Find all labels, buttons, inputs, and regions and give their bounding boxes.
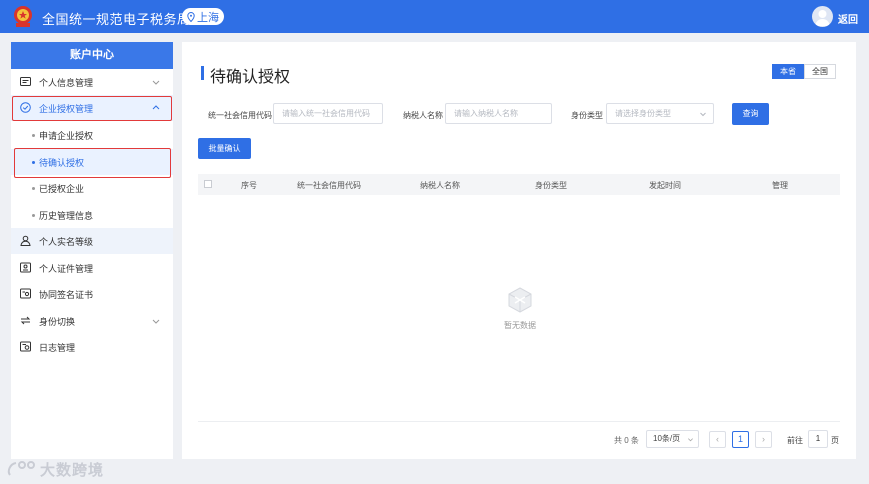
sidebar-item-label: 日志管理 [39, 342, 76, 353]
column-header: 管理 [772, 181, 788, 190]
chevron-down-icon [152, 80, 160, 85]
sidebar-item-label: 个人证件管理 [39, 263, 94, 274]
bullet-icon [32, 214, 35, 217]
chevron-up-icon [152, 105, 160, 110]
sidebar-item-id-docs[interactable]: 个人证件管理 [11, 255, 173, 281]
sidebar-subitem-history[interactable]: 历史管理信息 [11, 202, 173, 228]
watermark-text: 大数跨境 [40, 461, 105, 479]
uscc-label: 统一社会信用代码 [208, 111, 272, 120]
page-number-button[interactable]: 1 [732, 431, 749, 448]
goto-page-input[interactable]: 1 [808, 430, 828, 448]
sidebar-title: 账户中心 [11, 42, 173, 69]
log-icon [20, 341, 31, 352]
region-selector[interactable]: 上海 [182, 8, 224, 25]
id-card-icon [20, 77, 31, 86]
certificate-icon [20, 288, 31, 299]
bullet-icon [32, 187, 35, 190]
taxpayer-label: 纳税人名称 [403, 111, 443, 120]
sidebar-item-label: 已授权企业 [39, 183, 85, 194]
column-header: 统一社会信用代码 [297, 181, 361, 190]
sidebar-item-cosign-cert[interactable]: 协同签名证书 [11, 281, 173, 307]
scope-tab-province[interactable]: 本省 [772, 64, 804, 79]
bullet-icon [32, 134, 35, 137]
sidebar-item-log-mgmt[interactable]: 日志管理 [11, 334, 173, 360]
user-avatar[interactable] [812, 6, 833, 27]
empty-box-icon [508, 287, 532, 313]
scope-tab-national[interactable]: 全国 [804, 64, 836, 79]
bullet-icon [32, 161, 35, 164]
query-button[interactable]: 查询 [732, 103, 769, 125]
identity-select[interactable]: 请选择身份类型 [606, 103, 714, 124]
sidebar-item-label: 身份切换 [39, 316, 76, 327]
pagination-total: 共 0 条 [614, 436, 639, 445]
sidebar-item-label: 历史管理信息 [39, 210, 94, 221]
batch-confirm-button[interactable]: 批量确认 [198, 138, 251, 159]
sidebar-item-enterprise-auth[interactable]: 企业授权管理 [11, 95, 173, 121]
chevron-down-icon [700, 112, 706, 117]
watermark: 大数跨境 [6, 458, 104, 480]
empty-state-text: 暂无数据 [504, 321, 536, 330]
taxpayer-input[interactable]: 请输入纳税人名称 [445, 103, 552, 124]
uscc-input[interactable]: 请输入统一社会信用代码 [273, 103, 383, 124]
sidebar-subitem-apply-auth[interactable]: 申请企业授权 [11, 122, 173, 148]
sidebar-item-label: 个人信息管理 [39, 77, 94, 88]
column-header: 纳税人名称 [420, 181, 460, 190]
region-label: 上海 [197, 11, 219, 24]
sidebar-item-label: 申请企业授权 [39, 130, 94, 141]
document-user-icon [20, 262, 31, 273]
chevron-down-icon [152, 319, 160, 324]
back-link[interactable]: 返回 [838, 11, 858, 26]
location-pin-icon [187, 11, 195, 22]
column-header: 身份类型 [535, 181, 567, 190]
divider [198, 421, 840, 422]
column-header: 序号 [241, 181, 257, 190]
chevron-down-icon [688, 438, 693, 442]
page-size-select[interactable]: 10条/页 [646, 430, 699, 448]
sidebar-item-label: 协同签名证书 [39, 289, 94, 300]
page-title: 待确认授权 [201, 63, 290, 87]
goto-unit: 页 [831, 436, 839, 445]
watermark-logo-icon [7, 461, 35, 476]
site-title: 全国统一规范电子税务局 [42, 12, 191, 27]
sidebar-item-realname-level[interactable]: 个人实名等级 [11, 228, 173, 254]
person-icon [20, 235, 31, 246]
goto-label: 前往 [787, 436, 803, 445]
identity-label: 身份类型 [571, 111, 603, 120]
next-page-button[interactable]: › [755, 431, 772, 448]
top-bar: 全国统一规范电子税务局 上海 返回 [0, 0, 869, 33]
national-emblem-icon [14, 6, 32, 27]
identity-placeholder: 请选择身份类型 [615, 109, 671, 118]
user-icon [815, 10, 830, 26]
table-header: 序号 统一社会信用代码 纳税人名称 身份类型 发起时间 管理 [198, 174, 840, 195]
sidebar-item-identity-switch[interactable]: 身份切换 [11, 308, 173, 334]
sidebar-subitem-pending-auth[interactable]: 待确认授权 [11, 149, 173, 175]
switch-icon [20, 316, 31, 325]
column-header: 发起时间 [649, 181, 681, 190]
sidebar-item-label: 企业授权管理 [39, 103, 94, 114]
shield-check-icon [20, 102, 31, 113]
sidebar-item-label: 个人实名等级 [39, 236, 94, 247]
sidebar: 账户中心 个人信息管理 企业授权管理 申请企业授权 待确认授权 已授权企业 历史… [11, 42, 173, 459]
select-all-checkbox[interactable] [204, 180, 212, 188]
prev-page-button[interactable]: ‹ [709, 431, 726, 448]
main-panel: 待确认授权 本省 全国 统一社会信用代码 请输入统一社会信用代码 纳税人名称 请… [182, 42, 856, 459]
page-size-value: 10条/页 [653, 434, 681, 443]
sidebar-item-label: 待确认授权 [39, 157, 85, 168]
sidebar-subitem-authorized[interactable]: 已授权企业 [11, 175, 173, 201]
scope-toggle: 本省 全国 [772, 64, 836, 79]
sidebar-item-personal-info[interactable]: 个人信息管理 [11, 69, 173, 95]
